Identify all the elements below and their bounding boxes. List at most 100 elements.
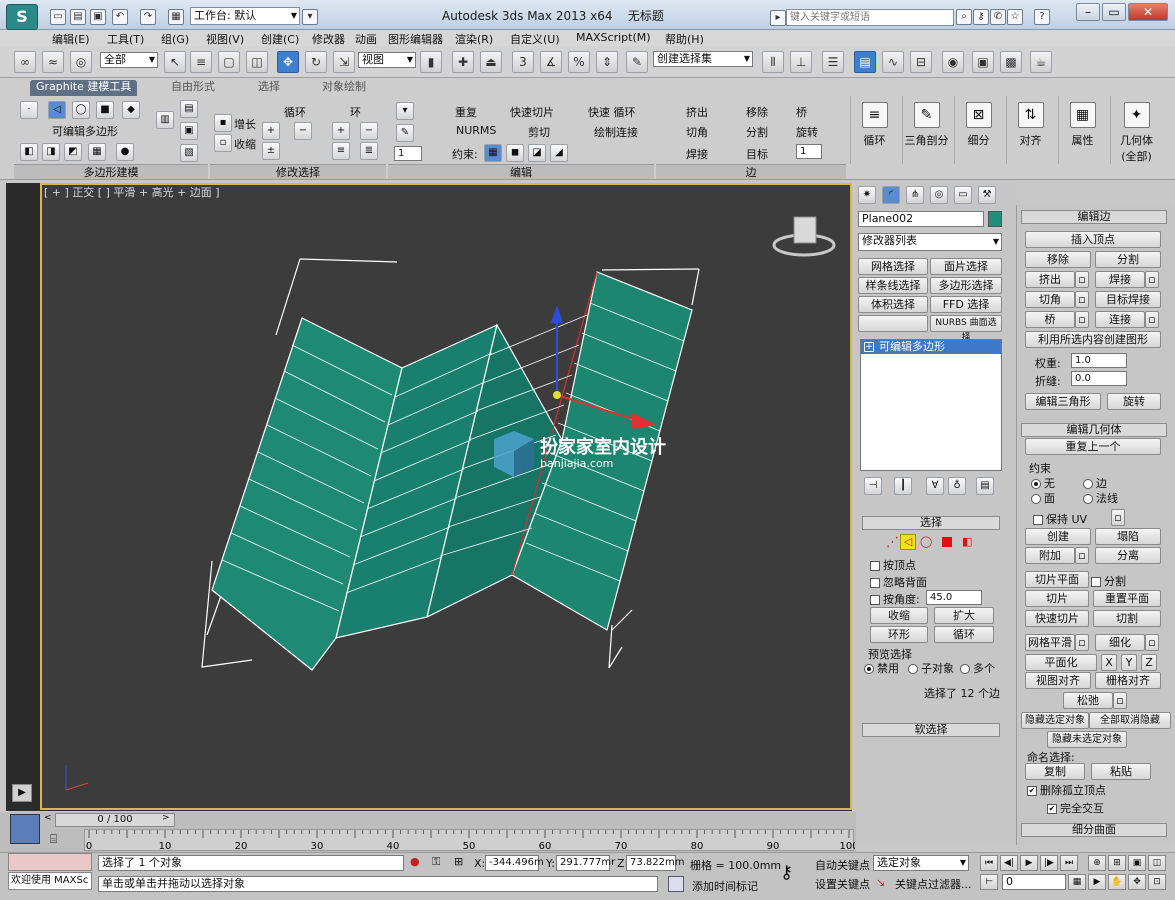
viewcube-icon[interactable]	[772, 216, 836, 257]
constraint-normal-icon[interactable]: ◢	[550, 144, 568, 162]
split-label[interactable]: 分割	[746, 124, 768, 140]
grow-label[interactable]: 增长	[234, 116, 256, 132]
time-slider[interactable]: 0 / 100	[55, 813, 175, 827]
tab-graphite[interactable]: Graphite 建模工具	[30, 80, 138, 96]
grid-align-button[interactable]: 栅格对齐	[1095, 672, 1161, 689]
remove-label[interactable]: 移除	[746, 104, 768, 120]
expand-plus-icon[interactable]: +	[864, 342, 874, 352]
copy-button[interactable]: 复制	[1025, 763, 1085, 780]
time-config-icon[interactable]: ▦	[1068, 874, 1086, 890]
next-frame-icon[interactable]: >	[162, 813, 172, 827]
menu-modifiers[interactable]: 修改器	[312, 31, 345, 47]
vertex-select-icon[interactable]: ⋰	[886, 535, 899, 550]
loop-button[interactable]: 循环	[934, 626, 994, 643]
mirror-icon[interactable]: ⫴	[762, 51, 784, 73]
select-by-name-icon[interactable]: ≡	[190, 51, 212, 73]
key-filter-icon[interactable]: ↘	[876, 876, 885, 889]
goto-start-icon[interactable]: ⏮	[980, 855, 998, 871]
edge-count-spinner[interactable]: 1	[796, 144, 822, 159]
mini-listener-icon[interactable]	[10, 814, 40, 844]
orbit-icon[interactable]: ✥	[1128, 874, 1146, 890]
triangulate-button[interactable]: ✎ 三角剖分	[902, 96, 950, 164]
planarize-y-button[interactable]: Y	[1121, 654, 1137, 671]
subscription-icon[interactable]: ⚷	[973, 9, 989, 25]
ring-button[interactable]: 环形	[870, 626, 928, 643]
toggle-stack-icon[interactable]: ▦	[88, 143, 106, 161]
delete-isolated-checkbox[interactable]: ✔ 删除孤立顶点	[1027, 782, 1106, 798]
absolute-mode-icon[interactable]: ⊞	[454, 855, 463, 868]
time-tag-icon[interactable]	[668, 876, 684, 892]
collapse-button[interactable]: 塌陷	[1095, 528, 1161, 545]
maximize-viewport-icon[interactable]: ⊡	[1148, 874, 1166, 890]
cut-button[interactable]: 切割	[1093, 610, 1161, 627]
ffd-select-button[interactable]: FFD 选择	[930, 296, 1002, 313]
search-input[interactable]: 键入关键字或短语	[786, 9, 954, 26]
render-setup-icon[interactable]: ▣	[972, 51, 994, 73]
current-frame-field[interactable]: 0	[1002, 874, 1066, 890]
constraint-none-icon[interactable]: ▦	[484, 144, 502, 162]
show-end-result-icon[interactable]: ┃	[894, 477, 912, 495]
z-coord-field[interactable]: 73.822mm	[626, 855, 684, 871]
keyboard-shortcut-icon[interactable]: ⏏	[480, 51, 502, 73]
chamfer-button[interactable]: 切角	[1025, 291, 1075, 308]
rotate-icon[interactable]: ↻	[305, 51, 327, 73]
paint-connect-label[interactable]: 绘制连接	[594, 124, 638, 140]
attach-settings-icon[interactable]: ▫	[1075, 547, 1089, 564]
graphite-toggle-icon[interactable]: ▤	[854, 51, 876, 73]
stack-mid-icon[interactable]: ▣	[180, 122, 198, 140]
use-displacement-icon[interactable]: ●	[116, 143, 134, 161]
loop-grow-icon[interactable]: +	[262, 122, 280, 140]
close-button[interactable]: ✕	[1128, 3, 1168, 21]
checkbox-box[interactable]	[1033, 515, 1043, 525]
repeat-last-button[interactable]: 重复上一个	[1025, 438, 1161, 455]
object-name-field[interactable]: Plane002	[858, 211, 984, 227]
create-tab-icon[interactable]: ✷	[858, 186, 876, 204]
edge-select-icon[interactable]: ◁	[900, 534, 916, 550]
binoculars-icon[interactable]: ⌕	[956, 9, 972, 25]
loop-select-icon[interactable]: ±	[262, 142, 280, 160]
utilities-tab-icon[interactable]: ⚒	[978, 186, 996, 204]
viewport[interactable]: 扮家家室内设计 banjiajia.com	[40, 183, 852, 810]
group-label-polymodeling[interactable]: 多边形建模	[14, 164, 208, 179]
checkbox-box[interactable]	[870, 578, 880, 588]
weld-label[interactable]: 焊接	[686, 146, 708, 162]
shrink-button[interactable]: 收缩	[870, 607, 928, 624]
rendered-frame-icon[interactable]: ▩	[1000, 51, 1022, 73]
tab-selection[interactable]: 选择	[252, 80, 286, 96]
menu-create[interactable]: 创建(C)	[261, 31, 299, 47]
preserve-uv-settings-icon[interactable]: ▫	[1111, 509, 1125, 526]
select-object-icon[interactable]: ↖	[164, 51, 186, 73]
hide-unselected-button[interactable]: 隐藏未选定对象	[1047, 731, 1127, 748]
reset-plane-button[interactable]: 重置平面	[1093, 590, 1161, 607]
quick-access-menu-icon[interactable]: ▾	[302, 9, 318, 25]
vol-select-button[interactable]: 体积选择	[858, 296, 928, 313]
loop-big-button[interactable]: ≡ 循环	[850, 96, 898, 164]
chamfer-label[interactable]: 切角	[686, 124, 708, 140]
radio-dot[interactable]	[1031, 479, 1041, 489]
vertex-mode-icon[interactable]: ·	[20, 101, 38, 119]
align-icon[interactable]: ⊥	[790, 51, 812, 73]
percent-snap-icon[interactable]: %	[568, 51, 590, 73]
favorites-star-icon[interactable]: ☆	[1007, 9, 1023, 25]
pivot-center-icon[interactable]: ▮	[420, 51, 442, 73]
insert-vertex-button[interactable]: 插入顶点	[1025, 231, 1161, 248]
unlink-icon[interactable]: ≈	[42, 51, 64, 73]
undo-icon[interactable]: ↶	[112, 9, 128, 25]
nurms-label[interactable]: NURMS	[456, 124, 496, 137]
check-icon[interactable]: ✔	[1047, 804, 1057, 814]
relax-settings-icon[interactable]: ▫	[1113, 692, 1127, 709]
cut-label[interactable]: 剪切	[528, 124, 550, 140]
element-select-icon[interactable]: ◧	[962, 535, 972, 548]
key-selection-dropdown[interactable]: 选定对象 ▼	[873, 855, 969, 871]
stack-item[interactable]: + 可编辑多边形	[861, 340, 1001, 354]
tessellate-button[interactable]: 细化	[1095, 634, 1145, 651]
modifier-list-dropdown[interactable]: 修改器列表 ▼	[858, 233, 1002, 251]
edit-edges-header[interactable]: 编辑边	[1021, 210, 1167, 224]
save-icon[interactable]: ▣	[90, 9, 106, 25]
weld-settings-icon[interactable]: ▫	[1145, 271, 1159, 288]
meshsmooth-button[interactable]: 网格平滑	[1025, 634, 1075, 651]
setkey-button[interactable]: 设置关键点	[815, 876, 870, 892]
poly-select-button[interactable]: 多边形选择	[930, 277, 1002, 294]
view-align-button[interactable]: 视图对齐	[1025, 672, 1091, 689]
app-logo-icon[interactable]: S	[6, 4, 38, 30]
